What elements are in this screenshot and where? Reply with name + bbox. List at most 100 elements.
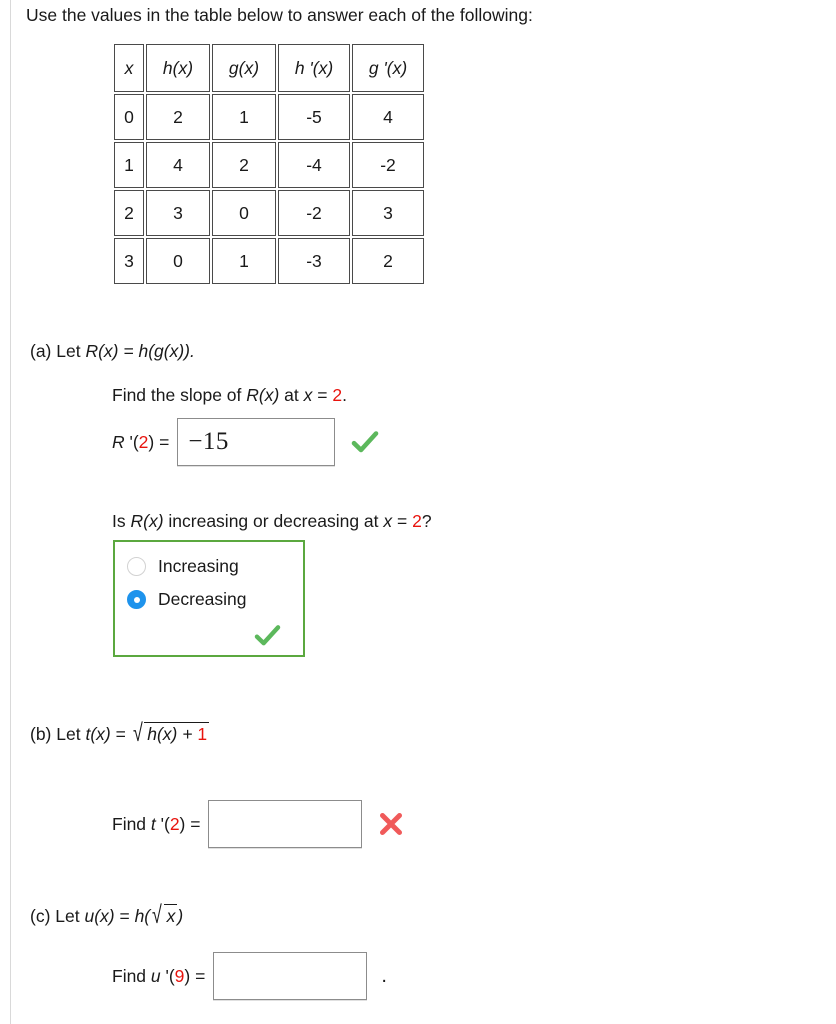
table-cell: 1 [114, 142, 144, 188]
radio-option-decreasing[interactable]: Decreasing [127, 589, 291, 610]
table-header-gprime: g '(x) [352, 44, 424, 92]
part-a-answer-arg: 2 [138, 431, 149, 452]
part-b-answer-prime: '( [155, 813, 170, 834]
table-cell: 2 [114, 190, 144, 236]
part-a-radio-group: Increasing Decreasing [113, 540, 305, 657]
part-a-answer-label: R '(2) = [112, 432, 169, 453]
part-c-answer-arg: 9 [174, 965, 185, 986]
part-a-question-text: Is R(x) increasing or decreasing at x = … [112, 511, 432, 532]
part-a-question-end: ? [421, 511, 432, 531]
radical-icon: √ [132, 719, 143, 747]
table-row: 3 0 1 -3 2 [114, 238, 424, 284]
part-b-radicand: h(x) + 1 [144, 722, 210, 745]
table-cell: 2 [146, 94, 210, 140]
table-header-hprime: h '(x) [278, 44, 350, 92]
part-a-instruction-value: 2 [332, 385, 343, 405]
radio-option-increasing-label: Increasing [158, 556, 239, 576]
table-cell: 0 [114, 94, 144, 140]
part-a-answer-row: R '(2) = −15 [112, 418, 379, 466]
table-header-x: x [114, 44, 144, 92]
part-a-letter: (a) [30, 341, 52, 361]
table-cell: -4 [278, 142, 350, 188]
part-c-eq: = [114, 906, 135, 926]
part-a-instruction-end: . [342, 385, 347, 405]
table-row: 1 4 2 -4 -2 [114, 142, 424, 188]
table-cell: 2 [352, 238, 424, 284]
part-a-answer-fn: R [112, 431, 125, 452]
page-left-rule [10, 0, 11, 1024]
part-c-radicand-text: x [166, 906, 176, 926]
part-c-answer-prime: '( [160, 965, 175, 986]
part-b-eq: = [110, 724, 131, 744]
part-c-answer-input[interactable] [213, 952, 368, 1000]
part-a-answer-prime: '( [124, 431, 139, 452]
part-b-answer-input[interactable] [208, 800, 363, 848]
part-a-question-var: x [383, 511, 393, 531]
check-icon [351, 430, 379, 454]
table-header-row: x h(x) g(x) h '(x) g '(x) [114, 44, 424, 92]
table-cell: 4 [146, 142, 210, 188]
radical-icon: √ [152, 901, 162, 929]
table-cell: 1 [212, 238, 276, 284]
table-header-gx: g(x) [212, 44, 276, 92]
radio-unselected-icon[interactable] [127, 557, 146, 576]
part-a-question-value: 2 [412, 511, 422, 531]
part-c-trailing-period: . [381, 965, 387, 987]
part-a-statement: (a) Let R(x) = h(g(x)). [30, 341, 195, 362]
part-c-sqrt: √ x [150, 901, 178, 930]
table-cell: 4 [352, 94, 424, 140]
table-cell: 3 [352, 190, 424, 236]
part-c-outer-close: ) [177, 906, 184, 926]
part-a-question-mark [127, 622, 291, 647]
table-cell: -2 [352, 142, 424, 188]
part-b-sqrt: √ h(x) + 1 [131, 719, 210, 748]
question-page: Use the values in the table below to ans… [0, 0, 836, 1024]
part-a-question-mid: increasing or decreasing at [163, 511, 384, 531]
cross-icon [378, 811, 404, 837]
part-c-answer-fn: u [150, 965, 161, 986]
radio-option-decreasing-label: Decreasing [158, 589, 247, 609]
part-c-lead: Let [55, 906, 80, 926]
part-b-answer-close: ) = [179, 813, 201, 834]
values-table: x h(x) g(x) h '(x) g '(x) 0 2 1 -5 4 1 4… [112, 42, 426, 286]
part-a-definition: R(x) = h(g(x)). [85, 341, 195, 361]
part-a-answer-input[interactable]: −15 [177, 418, 336, 466]
part-b-lead: Let [56, 724, 81, 744]
table-header-hx: h(x) [146, 44, 210, 92]
part-b-answer-row: Find t '(2) = [112, 800, 404, 848]
part-c-radicand: x [163, 904, 178, 927]
part-c-outer-open: h( [134, 906, 151, 926]
page-title: Use the values in the table below to ans… [26, 5, 533, 25]
radio-selected-icon[interactable] [127, 590, 146, 609]
part-b-radicand-pre: h(x) + [147, 724, 198, 744]
part-c-answer-label: Find u '(9) = [112, 966, 205, 987]
part-c-letter: (c) [30, 906, 51, 926]
part-b-letter: (b) [30, 724, 52, 744]
table-cell: 0 [146, 238, 210, 284]
part-a-instruction-mid: at [279, 385, 304, 405]
part-a-instruction-fn: R(x) [246, 385, 280, 405]
table-cell: 3 [146, 190, 210, 236]
table-cell: -2 [278, 190, 350, 236]
part-c-answer-row: Find u '(9) = . [112, 952, 387, 1000]
table-row: 2 3 0 -2 3 [114, 190, 424, 236]
part-a-instruction: Find the slope of R(x) at x = 2. [112, 385, 347, 406]
part-b-answer-label: Find t '(2) = [112, 814, 200, 835]
part-a-question-pre: Is [112, 511, 131, 531]
table-cell: 1 [212, 94, 276, 140]
part-a-lead: Let [56, 341, 81, 361]
part-a-question-fn: R(x) [130, 511, 164, 531]
part-a-answer-value: −15 [188, 428, 229, 455]
part-a-instruction-eq: = [312, 385, 333, 405]
part-a-answer-close: ) = [148, 431, 170, 452]
radio-option-increasing[interactable]: Increasing [127, 556, 291, 577]
part-b-answer-pre: Find [112, 813, 151, 834]
table-cell: -5 [278, 94, 350, 140]
part-c-answer-pre: Find [112, 965, 151, 986]
part-a-question-eq: = [392, 511, 413, 531]
part-c-fn-name: u(x) [84, 906, 115, 926]
table-cell: 0 [212, 190, 276, 236]
table-row: 0 2 1 -5 4 [114, 94, 424, 140]
part-b-fn-name: t(x) [85, 724, 111, 744]
table-cell: 2 [212, 142, 276, 188]
